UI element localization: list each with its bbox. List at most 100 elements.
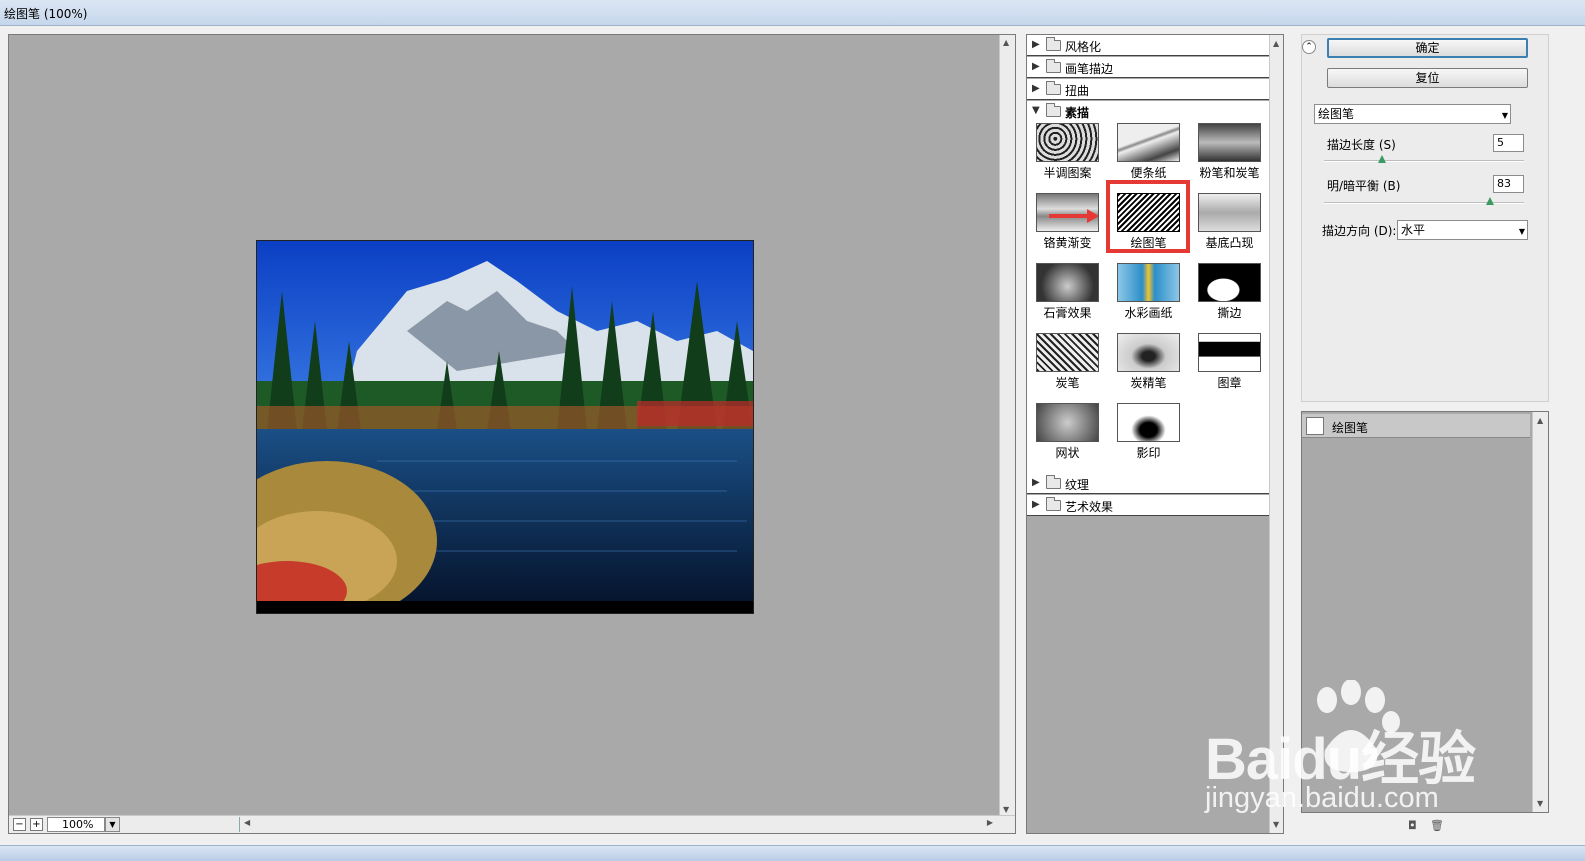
thumbnail-label: 撕边: [1217, 306, 1242, 320]
thumbnail-label: 网状: [1055, 446, 1080, 460]
category-label: 纹理: [1065, 478, 1090, 492]
thumbnail-label: 炭笔: [1055, 376, 1080, 390]
preview-pane[interactable]: ▲ ▼ − + 100% ▼ ◀ ▶: [8, 34, 1016, 834]
stroke-length-label: 描边长度 (S): [1327, 138, 1396, 152]
category-brush-strokes[interactable]: ▶ 画笔描边: [1027, 57, 1270, 78]
thumb-chalk-charcoal[interactable]: 粉笔和炭笔: [1189, 121, 1270, 191]
thumbnail-image: [1198, 123, 1261, 162]
scroll-down-icon[interactable]: ▼: [1003, 805, 1009, 814]
zoom-dropdown-icon[interactable]: ▼: [105, 817, 120, 832]
thumb-chrome[interactable]: 铬黄渐变: [1027, 191, 1108, 261]
filter-select-value: 绘图笔: [1318, 107, 1355, 121]
scroll-up-icon[interactable]: ▲: [1003, 38, 1009, 47]
thumb-water-paper[interactable]: 水彩画纸: [1108, 261, 1189, 331]
category-label: 艺术效果: [1065, 500, 1114, 514]
thumb-reticulation[interactable]: 网状: [1027, 401, 1108, 471]
light-dark-balance-label: 明/暗平衡 (B): [1327, 179, 1401, 193]
folder-icon: [1046, 37, 1061, 51]
stroke-direction-label: 描边方向 (D):: [1322, 224, 1397, 238]
preview-image: [256, 240, 754, 614]
thumbnail-label: 便条纸: [1130, 166, 1167, 180]
category-texture[interactable]: ▶ 纹理: [1027, 473, 1270, 494]
thumbnail-image: [1036, 193, 1099, 232]
thumbnail-label: 基底凸现: [1205, 236, 1254, 250]
scroll-right-icon[interactable]: ▶: [987, 818, 993, 827]
layers-scrollbar[interactable]: ▲ ▼: [1532, 412, 1548, 812]
light-dark-balance-input[interactable]: 83: [1493, 175, 1524, 193]
category-label: 素描: [1065, 106, 1090, 120]
thumb-photocopy[interactable]: 影印: [1108, 401, 1189, 471]
thumbnail-image: [1036, 333, 1099, 372]
preview-horizontal-scrollbar[interactable]: ◀ ▶: [239, 817, 999, 832]
expand-icon: ▶: [1032, 39, 1040, 50]
thumbnail-label: 石膏效果: [1043, 306, 1092, 320]
window-title: 绘图笔 (100%): [4, 7, 88, 21]
slider-knob[interactable]: [1486, 197, 1494, 205]
thumb-charcoal[interactable]: 炭笔: [1027, 331, 1108, 401]
expand-icon: ▶: [1032, 477, 1040, 488]
zoom-in-button[interactable]: +: [30, 818, 43, 831]
thumbnail-label: 炭精笔: [1130, 376, 1167, 390]
title-bar: 绘图笔 (100%): [0, 0, 1585, 26]
category-artistic[interactable]: ▶ 艺术效果: [1027, 495, 1270, 516]
filter-select[interactable]: 绘图笔 ▼: [1314, 104, 1511, 124]
thumbnail-label: 铬黄渐变: [1043, 236, 1092, 250]
new-effect-layer-icon[interactable]: ◘: [1408, 819, 1417, 832]
thumbnail-label: 影印: [1136, 446, 1161, 460]
delete-effect-layer-icon[interactable]: 🗑: [1430, 819, 1444, 832]
folder-icon: [1046, 81, 1061, 95]
expand-icon: ▶: [1032, 61, 1040, 72]
reset-button[interactable]: 复位: [1327, 68, 1528, 88]
chevron-down-icon: ▼: [1518, 227, 1525, 236]
scroll-down-icon[interactable]: ▼: [1537, 799, 1543, 808]
effect-layer-label: 绘图笔: [1332, 421, 1369, 435]
zoom-level[interactable]: 100%: [47, 817, 105, 832]
category-label: 风格化: [1065, 40, 1102, 54]
stroke-length-input[interactable]: 5: [1493, 134, 1524, 152]
thumb-torn-edges[interactable]: 撕边: [1189, 261, 1270, 331]
stroke-length-slider[interactable]: [1324, 155, 1524, 163]
taskbar-edge: [0, 845, 1585, 861]
thumb-conte-crayon[interactable]: 炭精笔: [1108, 331, 1189, 401]
thumbnail-image: [1036, 123, 1099, 162]
stroke-direction-select[interactable]: 水平 ▼: [1397, 220, 1528, 240]
category-label: 画笔描边: [1065, 62, 1114, 76]
thumbnail-image: [1198, 263, 1261, 302]
thumbnail-label: 粉笔和炭笔: [1199, 166, 1260, 180]
settings-panel: [1301, 34, 1549, 402]
category-stylize[interactable]: ▶ 风格化: [1027, 35, 1270, 56]
scroll-up-icon[interactable]: ▲: [1537, 416, 1543, 425]
scroll-up-icon[interactable]: ▲: [1273, 39, 1279, 48]
category-distort[interactable]: ▶ 扭曲: [1027, 79, 1270, 100]
preview-vertical-scrollbar[interactable]: ▲ ▼: [999, 35, 1015, 817]
slider-knob[interactable]: [1378, 155, 1386, 163]
thumb-halftone[interactable]: 半调图案: [1027, 121, 1108, 191]
collapse-gallery-icon[interactable]: ⌃: [1302, 40, 1316, 54]
thumbnail-image: [1117, 263, 1180, 302]
collapse-icon: ▼: [1032, 105, 1040, 116]
thumb-bas-relief[interactable]: 基底凸现: [1189, 191, 1270, 261]
folder-open-icon: [1046, 103, 1061, 117]
zoom-out-button[interactable]: −: [13, 818, 26, 831]
thumb-stamp[interactable]: 图章: [1189, 331, 1270, 401]
expand-icon: ▶: [1032, 83, 1040, 94]
scroll-left-icon[interactable]: ◀: [244, 818, 250, 827]
visibility-toggle-icon[interactable]: [1306, 417, 1324, 435]
ok-button[interactable]: 确定: [1327, 38, 1528, 58]
scroll-down-icon[interactable]: ▼: [1273, 820, 1279, 829]
selection-highlight: [1106, 180, 1190, 253]
stroke-direction-value: 水平: [1401, 223, 1426, 237]
light-dark-balance-slider[interactable]: [1324, 197, 1524, 205]
thumbnail-label: 图章: [1217, 376, 1242, 390]
effect-layer-row[interactable]: 绘图笔: [1302, 414, 1530, 438]
category-sketch[interactable]: ▼ 素描: [1027, 101, 1270, 122]
thumbnail-image: [1117, 123, 1180, 162]
thumb-plaster[interactable]: 石膏效果: [1027, 261, 1108, 331]
thumbnail-image: [1036, 263, 1099, 302]
folder-icon: [1046, 475, 1061, 489]
sketch-thumbnails: 半调图案 便条纸 粉笔和炭笔 铬黄渐变 绘图笔 基底凸现 石膏效果 水彩画纸 撕…: [1027, 121, 1270, 473]
expand-icon: ▶: [1032, 499, 1040, 510]
watermark-url: jingyan.baidu.com: [1205, 782, 1439, 814]
chevron-down-icon: ▼: [1501, 111, 1508, 120]
red-arrow-icon: [1049, 209, 1098, 223]
